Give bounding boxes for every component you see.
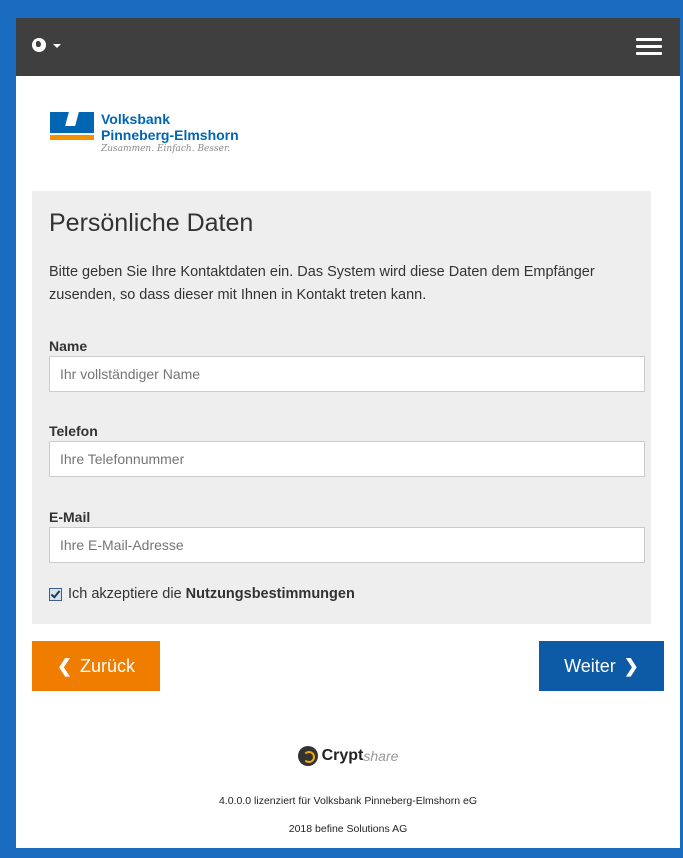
terms-link[interactable]: Nutzungsbestimmungen — [186, 586, 355, 602]
volksbank-logo-mark — [50, 112, 94, 140]
logo-line2: Pinneberg-Elmshorn — [101, 127, 239, 143]
next-button-label: Weiter — [564, 655, 616, 676]
email-input[interactable] — [49, 527, 645, 563]
phone-label: Telefon — [49, 423, 98, 439]
bank-logo: Volksbank Pinneberg-Elmshorn Zusammen. E… — [50, 112, 239, 154]
terms-checkbox[interactable] — [49, 587, 62, 601]
personal-data-panel: Persönliche Daten Bitte geben Sie Ihre K… — [32, 191, 651, 624]
terms-checkbox-row[interactable]: Ich akzeptiere die Nutzungsbestimmungen — [49, 586, 355, 602]
top-bar — [16, 18, 680, 76]
back-button-label: Zurück — [80, 655, 136, 676]
back-button[interactable]: ❮ Zurück — [32, 641, 160, 691]
logo-tagline: Zusammen. Einfach. Besser. — [101, 144, 231, 154]
chevron-down-icon — [53, 44, 61, 48]
license-text: 4.0.0.0 lizenziert für Volksbank Pinnebe… — [219, 795, 477, 807]
logo-line1: Volksbank — [101, 111, 170, 127]
name-label: Name — [49, 338, 88, 354]
globe-icon — [32, 38, 46, 52]
intro-text: Bitte geben Sie Ihre Kontaktdaten ein. D… — [49, 264, 595, 303]
next-button[interactable]: Weiter ❯ — [539, 641, 664, 691]
language-menu[interactable] — [32, 38, 61, 52]
terms-text: Ich akzeptiere die — [68, 586, 182, 602]
phone-input[interactable] — [49, 441, 645, 477]
cryptshare-brand-bold: Crypt — [321, 747, 364, 764]
hamburger-icon[interactable] — [636, 38, 662, 56]
copyright-text: 2018 befine Solutions AG — [288, 823, 408, 835]
cryptshare-logo: Crypt share — [16, 746, 680, 766]
cryptshare-brand-light: share — [363, 748, 399, 764]
email-label: E-Mail — [49, 509, 91, 525]
page-title: Persönliche Daten — [49, 209, 254, 237]
page-frame: Volksbank Pinneberg-Elmshorn Zusammen. E… — [16, 18, 680, 848]
name-input[interactable] — [49, 356, 645, 392]
chevron-left-icon: ❮ — [56, 655, 73, 676]
cryptshare-icon — [297, 746, 318, 766]
chevron-right-icon: ❯ — [623, 655, 639, 676]
